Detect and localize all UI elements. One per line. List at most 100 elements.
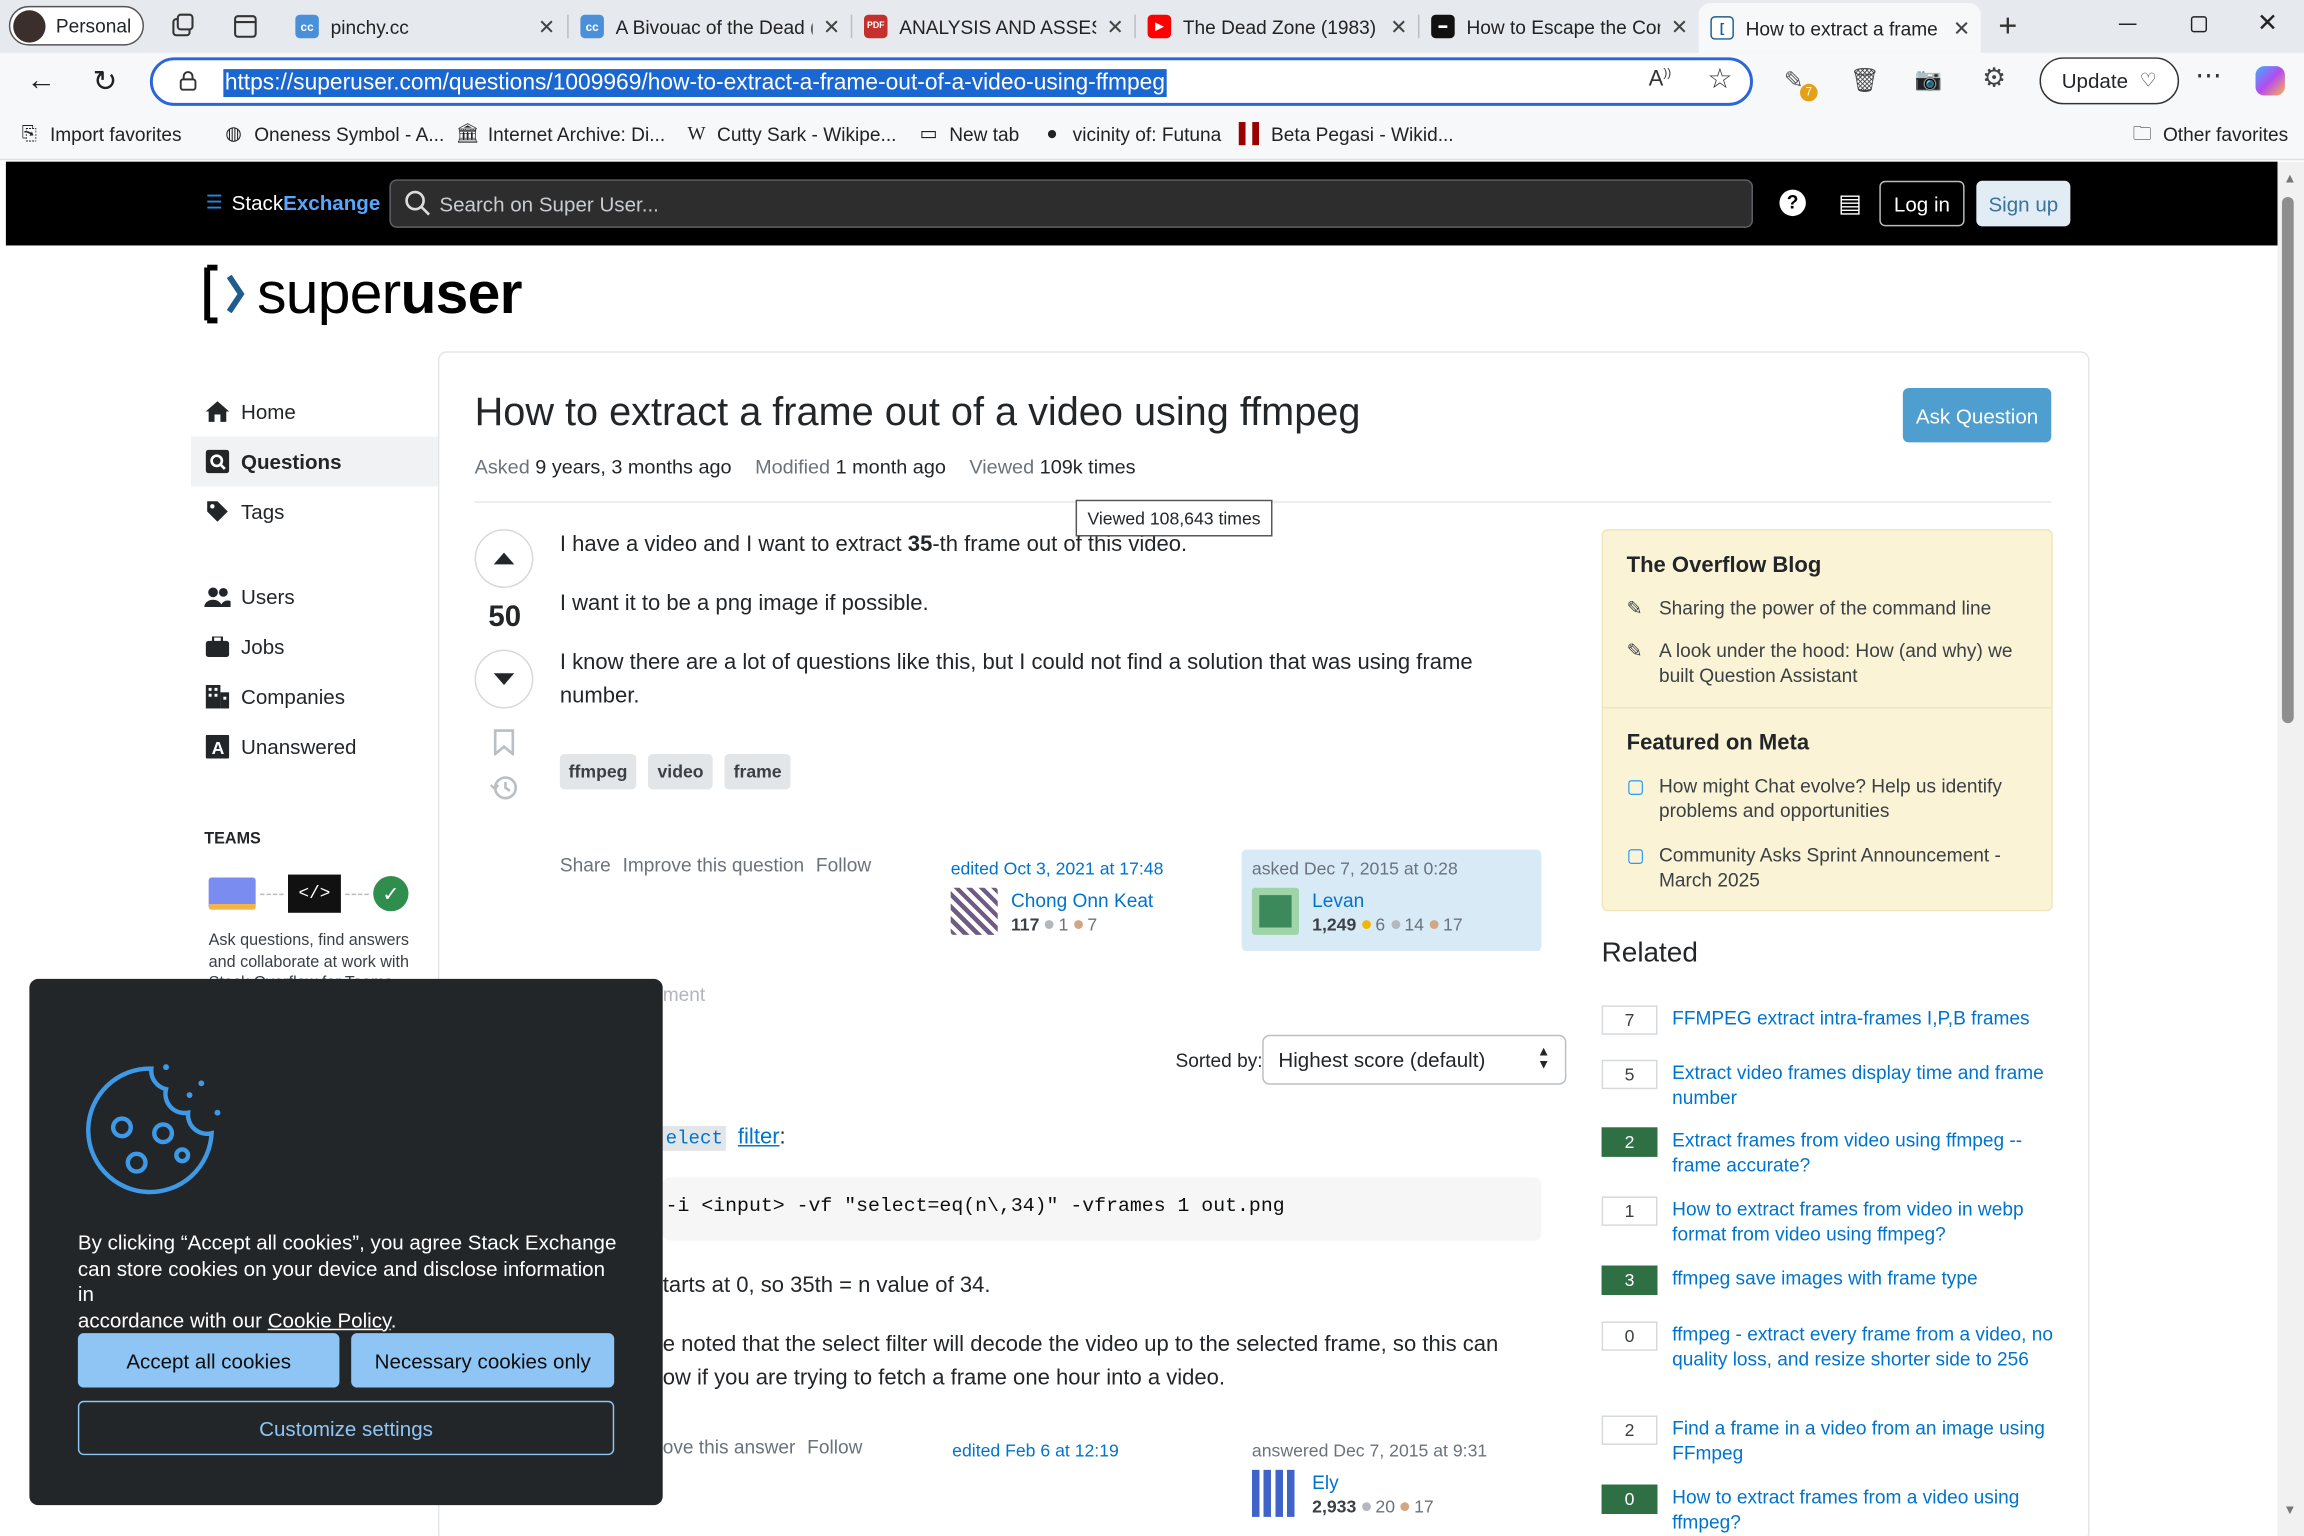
add-comment-link[interactable]: ment bbox=[663, 983, 705, 1005]
follow-link[interactable]: Follow bbox=[816, 854, 871, 876]
tab-escape[interactable]: ▬ How to Escape the Conf ✕ bbox=[1419, 4, 1698, 48]
necessary-cookies-button[interactable]: Necessary cookies only bbox=[351, 1333, 615, 1388]
nav-companies[interactable]: Companies bbox=[191, 672, 438, 722]
camera-icon[interactable]: 📷 bbox=[1915, 66, 1942, 93]
profile-button[interactable]: Personal bbox=[8, 5, 145, 46]
tab-analysis[interactable]: PDF ANALYSIS AND ASSESSM ✕ bbox=[852, 4, 1134, 48]
customize-settings-button[interactable]: Customize settings bbox=[77, 1400, 615, 1456]
nav-tags[interactable]: Tags bbox=[191, 487, 438, 537]
history-icon[interactable] bbox=[489, 773, 518, 810]
related-question[interactable]: 7 FFMPEG extract intra-frames I,P,B frame… bbox=[1601, 1005, 2058, 1035]
minimize-button[interactable] bbox=[2118, 23, 2137, 25]
update-button[interactable]: Update ♡ bbox=[2039, 57, 2180, 105]
meta-item[interactable]: ▢ How might Chat evolve? Help us identify… bbox=[1627, 773, 2031, 823]
close-icon[interactable]: ✕ bbox=[528, 14, 566, 39]
filter-link[interactable]: filter bbox=[738, 1124, 780, 1149]
read-aloud-icon[interactable]: A)) bbox=[1649, 66, 1672, 91]
avatar[interactable] bbox=[1251, 887, 1299, 935]
tag-video[interactable]: video bbox=[648, 754, 713, 790]
downvote-button[interactable] bbox=[474, 649, 534, 709]
bookmark-import[interactable]: ⎘ Import favorites bbox=[18, 122, 182, 146]
filter-code[interactable]: elect bbox=[662, 1125, 726, 1151]
bookmark-oneness[interactable]: ◍ Oneness Symbol - A... bbox=[222, 122, 444, 146]
related-question-link[interactable]: Extract video frames display time and fr… bbox=[1672, 1060, 2057, 1110]
back-button[interactable]: ← bbox=[26, 65, 55, 99]
tag-ffmpeg[interactable]: ffmpeg bbox=[559, 754, 637, 790]
question-title[interactable]: How to extract a frame out of a video us… bbox=[475, 390, 1361, 436]
close-icon[interactable]: ✕ bbox=[1943, 15, 1981, 40]
related-question[interactable]: 1 How to extract frames from video in web… bbox=[1601, 1196, 2058, 1246]
related-question-link[interactable]: Extract frames from video using ffmpeg -… bbox=[1672, 1127, 2057, 1177]
url-text[interactable]: https://superuser.com/questions/1009969/… bbox=[223, 69, 1167, 98]
close-icon[interactable]: ✕ bbox=[1096, 14, 1134, 39]
blog-item[interactable]: ✎ A look under the hood: How (and why) we… bbox=[1627, 638, 2031, 688]
favorite-star-icon[interactable]: ☆ bbox=[1707, 63, 1732, 97]
site-switcher-icon[interactable]: ▤ bbox=[1838, 190, 1862, 219]
close-icon[interactable]: ✕ bbox=[1380, 14, 1418, 39]
scrollbar-thumb[interactable] bbox=[2281, 196, 2294, 724]
avatar[interactable] bbox=[950, 887, 998, 935]
asker-name[interactable]: Levan bbox=[1312, 889, 1463, 911]
bookmark-beta-pegasi[interactable]: ▌▌ Beta Pegasi - Wikid... bbox=[1239, 122, 1454, 146]
ask-question-button[interactable]: Ask Question bbox=[1902, 388, 2052, 443]
restore-button[interactable] bbox=[2190, 16, 2208, 33]
lock-icon[interactable] bbox=[179, 71, 197, 92]
extensions-icon[interactable]: ⚙ bbox=[1982, 63, 2006, 94]
sort-select[interactable]: Highest score (default) ▲ ▼ bbox=[1262, 1034, 1567, 1085]
upvote-button[interactable] bbox=[474, 529, 534, 588]
command-code[interactable]: -i <input> -vf "select=eq(n\,34)" -vfram… bbox=[666, 1196, 1285, 1218]
search-input[interactable]: Search on Super User... bbox=[389, 179, 1753, 228]
related-question[interactable]: 5 Extract video frames display time and f… bbox=[1601, 1059, 2058, 1110]
tab-pinchy[interactable]: cc pinchy.cc ✕ bbox=[284, 4, 566, 48]
signup-button[interactable]: Sign up bbox=[1976, 180, 2071, 227]
trash-icon[interactable]: 🗑 bbox=[1850, 66, 1880, 95]
related-question[interactable]: 0 ffmpeg - extract every frame from a vid… bbox=[1601, 1321, 2058, 1371]
superuser-logo[interactable]: superuser bbox=[203, 262, 522, 328]
related-question-link[interactable]: Find a frame in a video from an image us… bbox=[1672, 1415, 2057, 1465]
related-question-link[interactable]: ffmpeg - extract every frame from a vide… bbox=[1672, 1321, 2057, 1371]
bookmark-futuna[interactable]: ● vicinity of: Futuna bbox=[1040, 122, 1221, 146]
workspaces-icon[interactable] bbox=[169, 13, 195, 39]
related-question-link[interactable]: How to extract frames from video in webp… bbox=[1672, 1196, 2057, 1246]
accept-all-cookies-button[interactable]: Accept all cookies bbox=[77, 1333, 340, 1388]
address-bar[interactable]: https://superuser.com/questions/1009969/… bbox=[149, 57, 1753, 106]
improve-link[interactable]: Improve this question bbox=[623, 854, 805, 876]
close-window-button[interactable]: ✕ bbox=[2257, 9, 2278, 38]
bookmark-cutty-sark[interactable]: W Cutty Sark - Wikipe... bbox=[685, 122, 896, 146]
bookmark-new-tab[interactable]: ▭ New tab bbox=[917, 122, 1020, 146]
answerer-name[interactable]: Ely bbox=[1312, 1471, 1434, 1493]
tab-active-superuser[interactable]: [ How to extract a frame ✕ bbox=[1698, 2, 1981, 53]
nav-questions[interactable]: Questions bbox=[191, 436, 438, 487]
nav-unanswered[interactable]: A Unanswered bbox=[191, 722, 438, 772]
copilot-icon[interactable] bbox=[2255, 66, 2285, 96]
cookie-policy-link[interactable]: Cookie Policy bbox=[268, 1307, 391, 1331]
nav-users[interactable]: Users bbox=[191, 572, 438, 622]
editor-name[interactable]: Chong Onn Keat bbox=[1011, 889, 1153, 911]
more-menu-icon[interactable]: ⋯ bbox=[2195, 60, 2221, 91]
tab-dead-zone[interactable]: ▶ The Dead Zone (1983) - ✕ bbox=[1136, 4, 1418, 48]
new-tab-button[interactable]: + bbox=[1998, 7, 2017, 45]
related-question[interactable]: 2 Find a frame in a video from an image u… bbox=[1601, 1415, 2058, 1465]
refresh-button[interactable]: ↻ bbox=[93, 63, 118, 100]
related-question-link[interactable]: How to extract frames from a video using… bbox=[1672, 1485, 2057, 1535]
other-favorites[interactable]: 🗀 Other favorites bbox=[2131, 122, 2288, 146]
stackexchange-logo[interactable]: ☰ Stack Exchange bbox=[206, 191, 381, 215]
share-link[interactable]: Share bbox=[560, 854, 611, 876]
blog-item[interactable]: ✎ Sharing the power of the command line bbox=[1627, 595, 2031, 620]
tag-frame[interactable]: frame bbox=[724, 754, 791, 790]
tab-actions-icon[interactable] bbox=[232, 13, 258, 39]
related-question-link[interactable]: FFMPEG extract intra-frames I,P,B frames bbox=[1672, 1005, 2029, 1034]
login-button[interactable]: Log in bbox=[1879, 180, 1965, 227]
improve-answer-link[interactable]: ove this answer bbox=[663, 1436, 796, 1458]
related-question[interactable]: 3 ffmpeg save images with frame type bbox=[1601, 1265, 2058, 1295]
bookmark-internet-archive[interactable]: 🏛 Internet Archive: Di... bbox=[456, 122, 666, 146]
nav-home[interactable]: Home bbox=[191, 387, 438, 437]
nav-jobs[interactable]: Jobs bbox=[191, 622, 438, 672]
edited-link[interactable]: edited Oct 3, 2021 at 17:48 bbox=[951, 858, 1230, 879]
close-icon[interactable]: ✕ bbox=[1660, 14, 1698, 39]
bookmark-icon[interactable] bbox=[493, 729, 515, 763]
close-icon[interactable]: ✕ bbox=[813, 14, 851, 39]
related-question[interactable]: 0 How to extract frames from a video usin… bbox=[1601, 1484, 2058, 1535]
answer-edited-link[interactable]: edited Feb 6 at 12:19 bbox=[952, 1440, 1119, 1461]
follow-answer-link[interactable]: Follow bbox=[807, 1436, 862, 1458]
